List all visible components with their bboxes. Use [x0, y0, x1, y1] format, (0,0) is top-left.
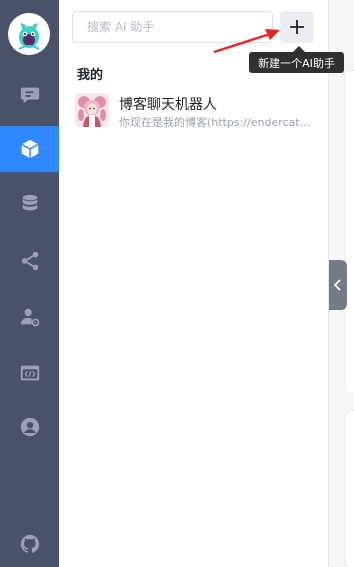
- collapse-panel-button[interactable]: [329, 260, 347, 310]
- user-avatar[interactable]: [8, 13, 50, 55]
- list-item[interactable]: 博客聊天机器人 你现在是我的博客(https://endercat...: [59, 88, 328, 134]
- app-description: 你现在是我的博客(https://endercat...: [119, 116, 311, 129]
- content-card-lower: [345, 410, 354, 567]
- user-circle-icon: [20, 417, 39, 437]
- plus-icon: [290, 20, 304, 34]
- share-icon: [21, 251, 38, 271]
- code-window-icon: [20, 365, 39, 381]
- sidebar-item-knowledge-base[interactable]: [0, 181, 59, 227]
- app-list-panel: 我的 博客聊天机器人 你现在是我的博客(https://e: [59, 0, 329, 567]
- anime-girl-avatar-icon: [75, 93, 109, 127]
- sidebar-item-share[interactable]: [0, 238, 59, 284]
- chat-bubble-icon: [20, 87, 39, 104]
- content-card: [345, 70, 354, 392]
- chevron-left-icon: [333, 279, 341, 291]
- section-title: 我的: [77, 68, 104, 83]
- annotation-arrow-icon: [213, 29, 280, 54]
- sidebar-item-plugins[interactable]: [0, 350, 59, 396]
- github-icon: [20, 534, 39, 553]
- app-name: 博客聊天机器人: [119, 97, 217, 113]
- sidebar-item-apps[interactable]: [0, 126, 59, 172]
- cube-icon: [20, 139, 39, 159]
- sidebar-item-account[interactable]: [0, 294, 59, 340]
- sidebar-item-github[interactable]: [0, 521, 59, 567]
- database-icon: [22, 194, 37, 211]
- mascot-logo-icon: [8, 13, 50, 55]
- sidebar-item-chat[interactable]: [0, 72, 59, 118]
- sidebar-nav: [0, 0, 59, 567]
- sidebar-item-profile[interactable]: [0, 404, 59, 450]
- user-settings-icon: [20, 308, 39, 327]
- app-window: 我的 博客聊天机器人 你现在是我的博客(https://e: [0, 0, 354, 567]
- app-avatar: [75, 93, 109, 127]
